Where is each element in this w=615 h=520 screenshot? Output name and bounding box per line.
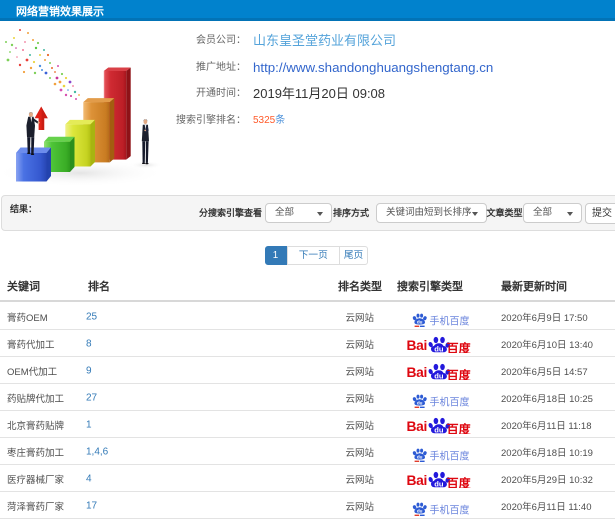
svg-text:du: du (434, 425, 444, 434)
svg-text:百度: 百度 (446, 341, 471, 354)
svg-text:百度: 百度 (446, 421, 471, 434)
svg-text:百度: 百度 (446, 475, 471, 488)
svg-text:百度: 百度 (446, 367, 471, 380)
svg-text:du: du (434, 345, 444, 354)
svg-text:Bai: Bai (407, 419, 427, 434)
svg-text:Bai: Bai (407, 338, 427, 353)
svg-text:du: du (434, 371, 444, 380)
svg-text:du: du (417, 508, 423, 513)
svg-text:du: du (434, 479, 444, 488)
svg-text:du: du (417, 319, 423, 324)
svg-text:Bai: Bai (407, 365, 427, 380)
svg-text:Bai: Bai (407, 473, 427, 488)
svg-text:du: du (417, 400, 423, 405)
svg-text:du: du (417, 454, 423, 459)
